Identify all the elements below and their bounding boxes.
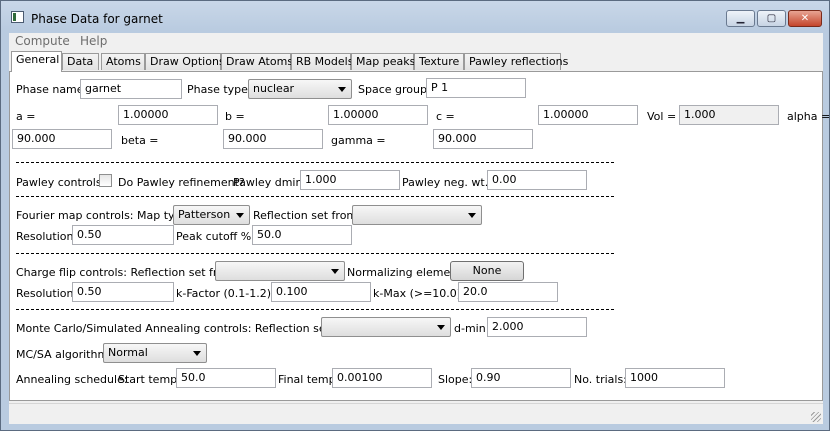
peak-cutoff-label: Peak cutoff %:	[176, 230, 255, 243]
phase-name-label: Phase name:	[16, 83, 88, 96]
a-label: a =	[16, 110, 36, 123]
tab-map-peaks[interactable]: Map peaks	[351, 53, 415, 70]
general-tab-panel: Phase name: garnet Phase type: nuclear S…	[9, 71, 830, 401]
maximize-button[interactable]: ▢	[757, 10, 786, 27]
charge-flip-controls-label: Charge flip controls: Reflection set fro…	[16, 266, 239, 279]
client-area: General Data Atoms Draw Options Draw Ato…	[9, 51, 830, 424]
tab-texture[interactable]: Texture	[414, 53, 464, 70]
no-trials-label: No. trials:	[574, 373, 627, 386]
k-factor-input[interactable]: 0.100	[271, 282, 371, 302]
a-input[interactable]: 1.00000	[118, 105, 218, 125]
mcsa-dmin-input[interactable]: 2.000	[487, 317, 587, 337]
k-max-input[interactable]: 20.0	[458, 282, 558, 302]
separator	[16, 253, 614, 254]
chevron-down-icon	[331, 269, 339, 274]
mcsa-reflection-set-select[interactable]	[321, 317, 451, 337]
final-temp-label: Final temp:	[278, 373, 340, 386]
fourier-reflection-set-select[interactable]	[352, 205, 482, 225]
alpha-input[interactable]: 90.000	[12, 129, 112, 149]
no-trials-input[interactable]: 1000	[625, 368, 725, 388]
slope-label: Slope:	[438, 373, 473, 386]
separator	[16, 196, 614, 197]
b-label: b =	[225, 110, 245, 123]
resize-grip-icon[interactable]	[811, 412, 821, 422]
k-factor-label: k-Factor (0.1-1.2):	[176, 287, 275, 300]
final-temp-input[interactable]: 0.00100	[332, 368, 432, 388]
phase-type-select[interactable]: nuclear	[248, 79, 352, 99]
tab-general[interactable]: General	[11, 51, 62, 72]
chevron-down-icon	[437, 325, 445, 330]
separator	[16, 162, 614, 163]
fourier-reflection-set-label: Reflection set from:	[253, 209, 361, 222]
pawley-dmin-input[interactable]: 1.000	[300, 170, 400, 190]
normalizing-element-button[interactable]: None	[450, 261, 524, 281]
close-button[interactable]: ✕	[788, 10, 822, 27]
chevron-down-icon	[193, 351, 201, 356]
k-max-label: k-Max (>=10.0):	[373, 287, 465, 300]
tab-draw-options[interactable]: Draw Options	[145, 53, 225, 70]
status-bar	[9, 403, 823, 424]
pawley-neg-wt-label: Pawley neg. wt.:	[402, 176, 492, 189]
menu-compute[interactable]: Compute	[15, 34, 70, 48]
chevron-down-icon	[236, 213, 244, 218]
tab-data[interactable]: Data	[62, 53, 99, 70]
mcsa-algorithm-label: MC/SA algorithm:	[16, 348, 112, 361]
phase-name-input[interactable]: garnet	[80, 79, 182, 99]
pawley-dmin-label: Pawley dmin:	[233, 176, 307, 189]
mcsa-algorithm-select[interactable]: Normal	[103, 343, 207, 363]
application-window: Phase Data for garnet ▁ ▢ ✕ Compute Help…	[0, 0, 830, 431]
mcsa-algorithm-value: Normal	[108, 346, 148, 359]
normalizing-element-label: Normalizing element:	[347, 266, 466, 279]
slope-input[interactable]: 0.90	[471, 368, 571, 388]
separator	[16, 309, 614, 310]
fourier-controls-label: Fourier map controls: Map type:	[16, 209, 192, 222]
start-temp-input[interactable]: 50.0	[176, 368, 276, 388]
pawley-controls-label: Pawley controls:	[16, 176, 106, 189]
vol-readout: 1.000	[679, 105, 779, 125]
chevron-down-icon	[468, 213, 476, 218]
charge-flip-reflection-set-select[interactable]	[215, 261, 345, 281]
charge-flip-resolution-label: Resolution:	[16, 287, 78, 300]
minimize-button[interactable]: ▁	[726, 10, 755, 27]
menu-help[interactable]: Help	[80, 34, 107, 48]
beta-label: beta =	[121, 134, 159, 147]
tab-draw-atoms[interactable]: Draw Atoms	[221, 53, 293, 70]
beta-input[interactable]: 90.000	[223, 129, 323, 149]
space-group-label: Space group:	[358, 83, 431, 96]
fourier-resolution-label: Resolution:	[16, 230, 78, 243]
map-type-value: Patterson	[178, 208, 231, 221]
gamma-label: gamma =	[331, 134, 386, 147]
mcsa-dmin-label: d-min:	[454, 322, 490, 335]
pawley-refinement-checkbox[interactable]	[99, 174, 112, 187]
tab-atoms[interactable]: Atoms	[101, 53, 145, 70]
annealing-schedule-label: Annealing schedule:	[16, 373, 128, 386]
vol-label: Vol =	[647, 110, 677, 123]
charge-flip-resolution-input[interactable]: 0.50	[72, 282, 174, 302]
start-temp-label: Start temp:	[118, 373, 181, 386]
space-group-input[interactable]: P 1	[426, 78, 526, 98]
alpha-label: alpha =	[787, 110, 830, 123]
c-input[interactable]: 1.00000	[538, 105, 638, 125]
c-label: c =	[436, 110, 455, 123]
app-icon	[11, 11, 24, 23]
title-bar[interactable]: Phase Data for garnet ▁ ▢ ✕	[1, 1, 829, 33]
gamma-input[interactable]: 90.000	[433, 129, 533, 149]
window-title: Phase Data for garnet	[31, 12, 163, 26]
b-input[interactable]: 1.00000	[328, 105, 428, 125]
pawley-neg-wt-input[interactable]: 0.00	[487, 170, 587, 190]
menu-bar: Compute Help	[9, 33, 823, 52]
peak-cutoff-input[interactable]: 50.0	[252, 225, 352, 245]
phase-type-value: nuclear	[253, 82, 295, 95]
fourier-resolution-input[interactable]: 0.50	[72, 225, 174, 245]
tab-rb-models[interactable]: RB Models	[291, 53, 353, 70]
mcsa-controls-label: Monte Carlo/Simulated Annealing controls…	[16, 322, 363, 335]
chevron-down-icon	[338, 87, 346, 92]
pawley-refinement-label: Do Pawley refinement?	[118, 176, 245, 189]
tab-pawley-reflections[interactable]: Pawley reflections	[464, 53, 568, 70]
map-type-select[interactable]: Patterson	[173, 205, 250, 225]
phase-type-label: Phase type:	[187, 83, 252, 96]
